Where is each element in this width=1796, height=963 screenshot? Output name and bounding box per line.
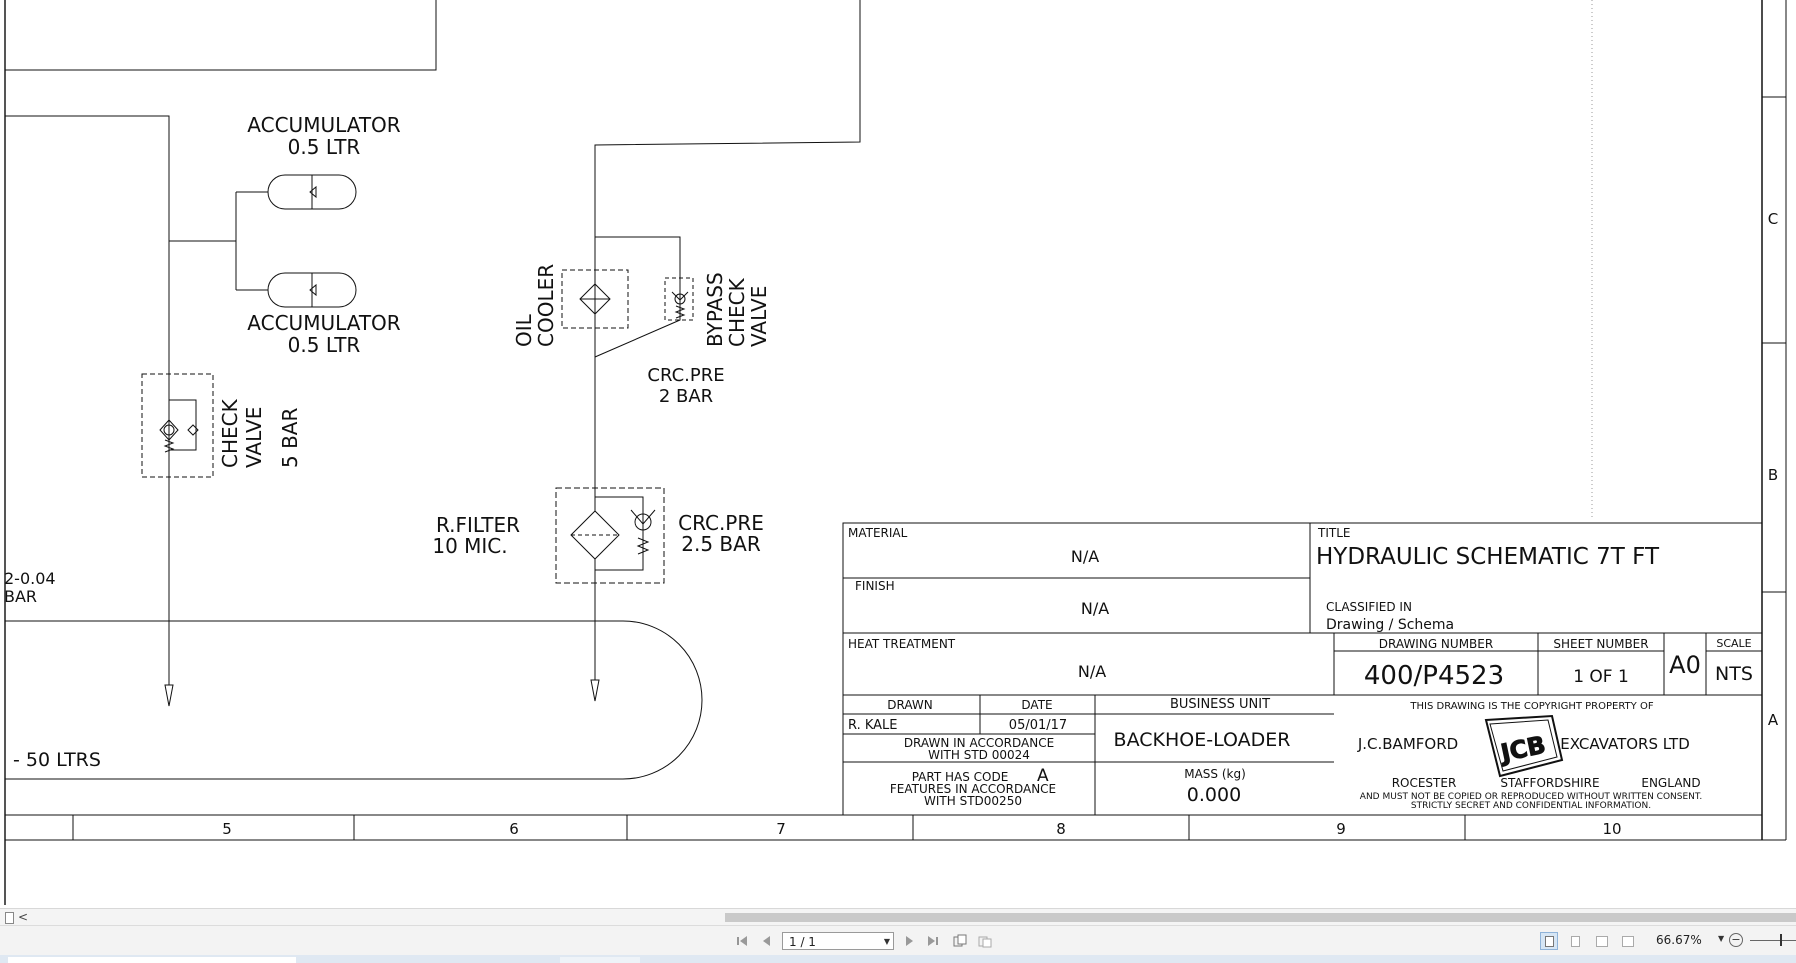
scroll-marker-icon <box>5 912 14 924</box>
next-view-icon[interactable] <box>977 933 993 949</box>
oil-cooler-label: COOLER <box>534 264 558 347</box>
taskbar-strip <box>0 955 1796 963</box>
chevron-down-icon[interactable]: ▼ <box>1718 934 1724 943</box>
last-page-icon[interactable] <box>925 933 941 949</box>
material-value: N/A <box>1071 547 1099 566</box>
drawn-by: R. KALE <box>848 718 897 733</box>
pressure-label-partial: 2-0.04 <box>4 569 56 588</box>
tank-outline <box>5 620 703 780</box>
finish-value: N/A <box>1081 599 1109 618</box>
continuous-facing-view-icon[interactable] <box>1618 932 1636 950</box>
taskbar-tab[interactable] <box>560 957 640 963</box>
scale-label: SCALE <box>1716 637 1751 650</box>
sheet-number: 1 OF 1 <box>1573 667 1629 687</box>
title-label: TITLE <box>1317 526 1350 540</box>
address-county: STAFFORDSHIRE <box>1500 776 1599 790</box>
bypass-valve-label: BYPASS <box>703 272 727 347</box>
drawn-date: 05/01/17 <box>1009 718 1067 733</box>
accumulator-capacity: 0.5 LTR <box>288 333 361 357</box>
page-indicator: 1 / 1 <box>789 935 816 949</box>
tank-capacity-label: - 50 LTRS <box>13 749 101 771</box>
date-label: DATE <box>1021 698 1052 712</box>
drawing-title: HYDRAULIC SCHEMATIC 7T FT <box>1316 544 1660 570</box>
part-code-note: WITH STD00250 <box>924 794 1022 808</box>
accumulator-symbol <box>267 272 357 308</box>
classified-value: Drawing / Schema <box>1326 617 1454 633</box>
mass-label: MASS (kg) <box>1184 767 1246 781</box>
pressure-unit-partial: BAR <box>4 587 37 606</box>
drawing-sheet: C B A 5 6 7 8 9 10 ACCUMULATOR 0.5 LTR A… <box>0 0 1796 905</box>
drawn-label: DRAWN <box>887 698 933 712</box>
return-filter-symbol <box>555 487 665 584</box>
horizontal-scrollbar[interactable]: < <box>0 908 1796 926</box>
next-page-icon[interactable] <box>901 933 917 949</box>
facing-view-icon[interactable] <box>1592 932 1610 950</box>
status-bar: 1 / 1 ▼ 66.67% ▼ − <box>0 925 1796 956</box>
sheet-number-label: SHEET NUMBER <box>1553 637 1648 651</box>
accumulator-label: ACCUMULATOR <box>247 311 400 335</box>
grid-row-label: A <box>1768 711 1779 729</box>
address-country: ENGLAND <box>1641 776 1700 790</box>
accumulator-symbol <box>267 174 357 210</box>
heat-treatment-value: N/A <box>1078 662 1106 681</box>
document-viewer[interactable]: C B A 5 6 7 8 9 10 ACCUMULATOR 0.5 LTR A… <box>0 0 1796 963</box>
copyright-header: THIS DRAWING IS THE COPYRIGHT PROPERTY O… <box>1409 701 1653 712</box>
hydraulic-schematic: C B A 5 6 7 8 9 10 ACCUMULATOR 0.5 LTR A… <box>4 0 1787 905</box>
bypass-check-valve-symbol <box>664 277 694 321</box>
grid-column-label: 6 <box>509 820 519 838</box>
scale-value: NTS <box>1715 663 1753 685</box>
grid-column-label: 8 <box>1056 820 1066 838</box>
address-town: ROCESTER <box>1392 776 1457 790</box>
company-name-right: EXCAVATORS LTD <box>1560 735 1690 753</box>
check-valve-symbol <box>141 373 214 478</box>
chevron-down-icon[interactable]: ▼ <box>884 933 890 951</box>
check-valve-label: CHECK <box>218 398 242 468</box>
business-unit-label: BUSINESS UNIT <box>1170 697 1270 712</box>
drawing-number: 400/P4523 <box>1364 661 1504 691</box>
company-name-left: J.C.BAMFORD <box>1357 735 1458 753</box>
previous-view-icon[interactable] <box>952 933 968 949</box>
drawing-number-label: DRAWING NUMBER <box>1379 637 1493 651</box>
filter-crc-pressure: 2.5 BAR <box>681 532 761 556</box>
finish-label: FINISH <box>855 579 895 593</box>
first-page-icon[interactable] <box>734 933 750 949</box>
classified-label: CLASSIFIED IN <box>1326 600 1412 614</box>
confidential-notice: STRICTLY SECRET AND CONFIDENTIAL INFORMA… <box>1411 801 1651 811</box>
grid-row-label: C <box>1768 210 1778 228</box>
bypass-valve-label: VALVE <box>747 286 771 347</box>
accumulator-label: ACCUMULATOR <box>247 113 400 137</box>
check-valve-pressure: 5 BAR <box>278 408 302 468</box>
jcb-logo: JCB <box>1484 714 1564 778</box>
previous-page-icon[interactable] <box>758 933 774 949</box>
scroll-left-arrow[interactable]: < <box>18 909 28 926</box>
return-filter-rating: 10 MIC. <box>432 534 507 558</box>
material-label: MATERIAL <box>848 526 908 540</box>
business-unit: BACKHOE-LOADER <box>1114 729 1291 751</box>
mass-value: 0.000 <box>1187 784 1241 806</box>
heat-treatment-label: HEAT TREATMENT <box>848 637 956 651</box>
grid-column-label: 9 <box>1336 820 1346 838</box>
zoom-out-icon[interactable]: − <box>1729 933 1743 947</box>
bypass-valve-label: CHECK <box>725 277 749 347</box>
zoom-slider-thumb[interactable] <box>1780 934 1782 946</box>
taskbar-tab[interactable] <box>8 957 296 963</box>
sheet-size: A0 <box>1669 651 1701 679</box>
accumulator-capacity: 0.5 LTR <box>288 135 361 159</box>
grid-column-label: 7 <box>776 820 786 838</box>
zoom-slider[interactable] <box>1750 940 1796 941</box>
continuous-view-icon[interactable] <box>1566 932 1584 950</box>
single-page-view-icon[interactable] <box>1540 932 1558 950</box>
scrollbar-thumb[interactable] <box>725 913 1796 922</box>
check-valve-label: VALVE <box>242 407 266 468</box>
grid-column-label: 10 <box>1602 820 1621 838</box>
oil-cooler-label: OIL <box>512 313 536 347</box>
grid-row-label: B <box>1768 466 1778 484</box>
grid-column-label: 5 <box>222 820 232 838</box>
std-note: WITH STD 00024 <box>928 748 1030 762</box>
zoom-level[interactable]: 66.67% <box>1656 933 1702 947</box>
cooler-crc-label: CRC.PRE <box>647 365 724 386</box>
page-number-field[interactable]: 1 / 1 ▼ <box>782 932 894 950</box>
cooler-crc-pressure: 2 BAR <box>659 386 713 407</box>
